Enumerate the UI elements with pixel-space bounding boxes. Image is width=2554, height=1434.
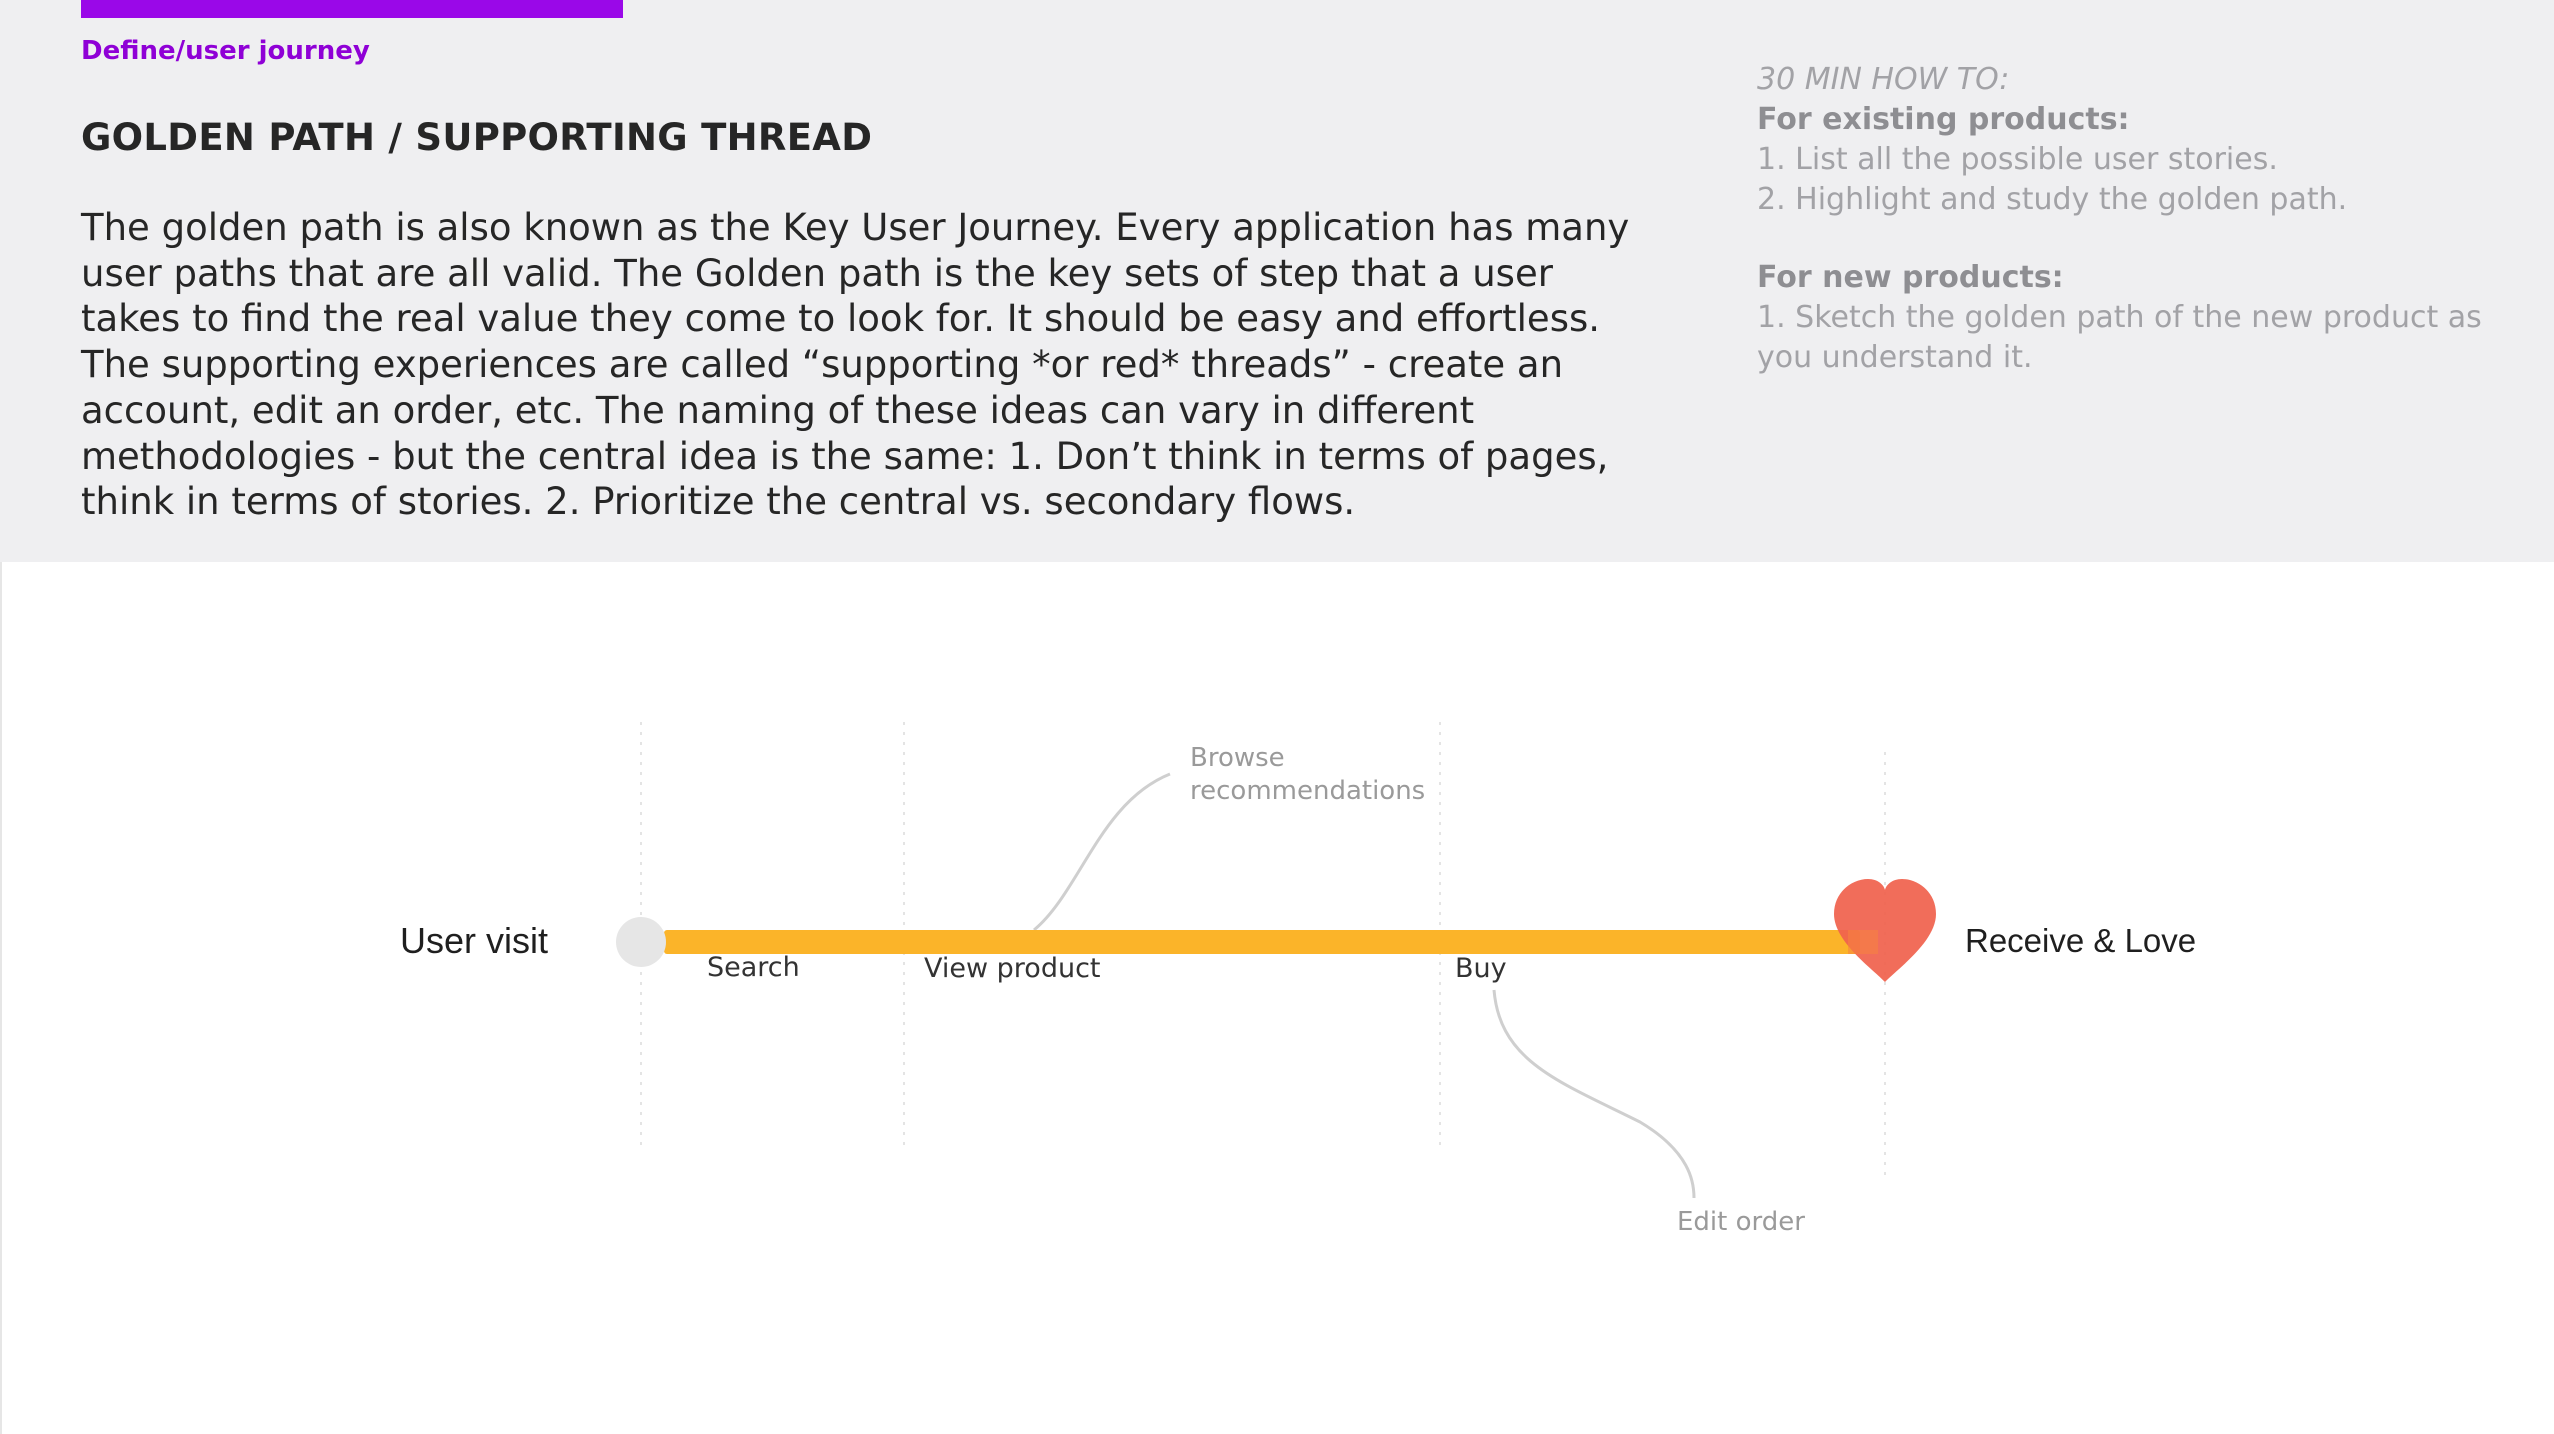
intro-line: methodologies - but the central idea is …: [81, 434, 1609, 478]
intro-paragraph: The golden path is also known as the Key…: [81, 205, 1641, 525]
intro-line: The supporting experiences are called “s…: [81, 343, 1564, 387]
intro-line: account, edit an order, etc. The naming …: [81, 388, 1475, 432]
step-buy-label: Buy: [1455, 953, 1507, 984]
existing-step: 2. Highlight and study the golden path.: [1757, 182, 2348, 217]
golden-path-bar: [664, 930, 1860, 954]
branch-browse-line: recommendations: [1190, 776, 1426, 806]
existing-step: 1. List all the possible user stories.: [1757, 142, 2278, 177]
journey-diagram: User visit Receive & Love Search View pr…: [0, 562, 2554, 1434]
section-label: Define/user journey: [81, 36, 370, 66]
branch-browse-line: Browse: [1190, 743, 1285, 773]
new-step: 1. Sketch the golden path of the new pro…: [1757, 300, 2482, 335]
branch-browse-label: Browse recommendations: [1190, 742, 1425, 808]
left-edge-rule: [0, 562, 2, 1434]
new-step: you understand it.: [1757, 340, 2033, 375]
branch-connector-down: [1492, 989, 1696, 1199]
intro-line: The golden path is also known as the Key…: [81, 206, 1630, 249]
step-view-product-label: View product: [924, 953, 1101, 984]
journey-diagram-canvas: [616, 722, 1936, 1199]
end-label: Receive & Love: [1965, 922, 2197, 959]
branch-edit-order-label: Edit order: [1677, 1207, 1805, 1237]
header-panel: Define/user journey GOLDEN PATH / SUPPOR…: [0, 0, 2554, 562]
heart-overlap: [1848, 930, 1878, 954]
how-to-heading: 30 MIN HOW TO:: [1757, 62, 2010, 97]
page-title: GOLDEN PATH / SUPPORTING THREAD: [81, 116, 873, 159]
intro-line: user paths that are all valid. The Golde…: [81, 251, 1553, 295]
how-to-panel: 30 MIN HOW TO: For existing products: 1.…: [1757, 60, 2547, 378]
new-products-title: For new products:: [1757, 260, 2064, 295]
branch-connector-up: [1033, 772, 1171, 932]
intro-line: takes to find the real value they come t…: [81, 297, 1601, 341]
existing-products-title: For existing products:: [1757, 102, 2130, 137]
start-dot: [616, 917, 666, 967]
accent-bar: [81, 0, 623, 18]
intro-line: think in terms of stories. 2. Prioritize…: [81, 480, 1356, 524]
start-label: User visit: [400, 920, 549, 961]
step-search-label: Search: [707, 952, 800, 983]
